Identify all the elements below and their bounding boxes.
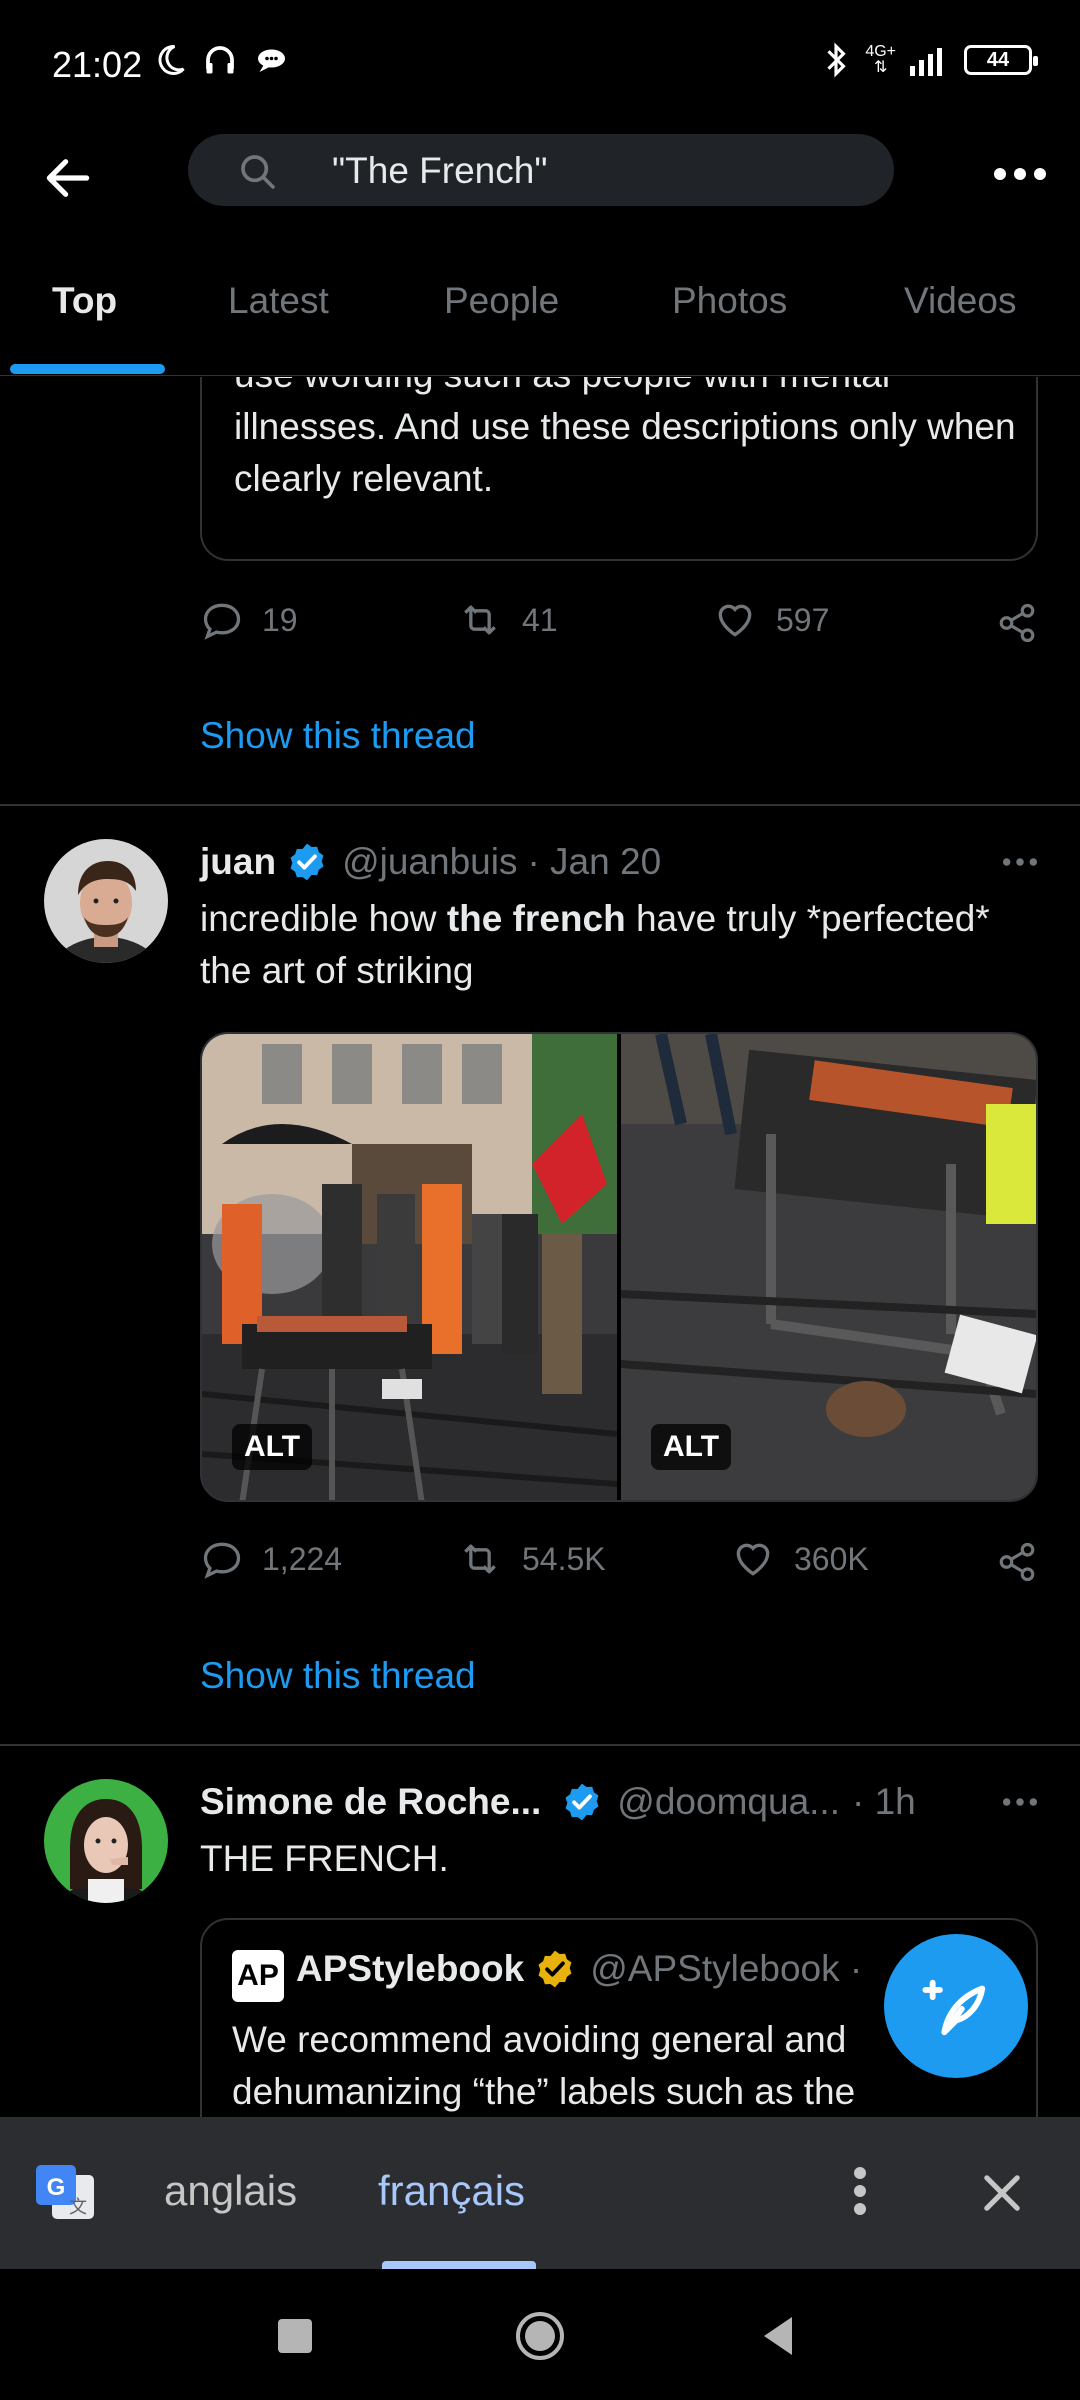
back-arrow-icon[interactable] (40, 150, 96, 206)
reply-button[interactable]: 1,224 (200, 1537, 342, 1581)
source-language-option[interactable]: anglais (164, 2167, 297, 2215)
compose-feather-icon (922, 1979, 986, 2036)
status-bar: 21:02 4G+ ⇅ 44 (0, 0, 1080, 130)
ap-logo: AP (232, 1950, 284, 2002)
quoted-author-name: APStylebook (296, 1948, 525, 1989)
home-circle-icon[interactable] (510, 2305, 570, 2365)
tweet-header: Simone de Roche... @doomqua... · 1h (200, 1777, 1040, 1827)
tweet-text-highlight: the french (446, 898, 626, 939)
bluetooth-icon (827, 42, 847, 78)
retweet-button[interactable]: 54.5K (456, 1537, 606, 1581)
verified-badge-icon (565, 1783, 599, 1821)
tweet-more-icon[interactable] (1000, 1787, 1040, 1817)
search-header: "The French" (0, 130, 1080, 250)
tab-top[interactable]: Top (52, 280, 117, 322)
status-icons-right: 4G+ ⇅ 44 (821, 40, 1038, 80)
retweet-icon (464, 1544, 496, 1574)
show-thread-link[interactable]: Show this thread (200, 1655, 476, 1697)
heart-icon (718, 604, 752, 637)
google-translate-icon[interactable]: G 文 (34, 2161, 98, 2225)
author-handle[interactable]: @doomqua... (617, 1781, 840, 1823)
reply-icon (203, 1542, 241, 1579)
close-icon[interactable] (976, 2167, 1028, 2219)
search-query: "The French" (332, 150, 548, 191)
chat-bubble-icon (258, 49, 285, 72)
tab-photos[interactable]: Photos (672, 280, 787, 322)
quoted-tweet-header: APStylebook @APStylebook · (296, 1948, 862, 1990)
compose-tweet-button[interactable] (884, 1934, 1028, 2078)
network-indicator: 4G+ ⇅ (865, 43, 896, 76)
active-tab-indicator (10, 364, 165, 374)
tweet-text-part: incredible how (200, 898, 447, 939)
quoted-tweet-text: use wording such as people with mental i… (234, 377, 1016, 499)
alt-text-badge[interactable]: ALT (651, 1424, 732, 1470)
alt-text-badge[interactable]: ALT (232, 1424, 313, 1470)
retweet-button[interactable]: 41 (456, 598, 558, 642)
retweet-icon (464, 605, 496, 635)
svg-text:文: 文 (69, 2197, 87, 2218)
reply-icon (203, 603, 241, 640)
quoted-tweet-card[interactable]: use wording such as people with mental i… (200, 377, 1038, 561)
like-button[interactable]: 597 (712, 598, 829, 642)
avatar[interactable] (44, 1779, 168, 1903)
recents-square-icon[interactable] (272, 2305, 322, 2365)
system-navigation-bar (0, 2269, 1080, 2400)
tab-latest[interactable]: Latest (228, 280, 329, 322)
tweet-text: incredible how the french have truly *pe… (200, 893, 1038, 997)
headphones-icon (206, 46, 234, 74)
tweet-actions: 1,224 54.5K 360K (200, 1537, 1038, 1597)
quoted-tweet-text: We recommend avoiding general and dehuma… (232, 2019, 856, 2112)
tweet-photo[interactable]: ALT (202, 1034, 617, 1500)
share-icon[interactable] (996, 1541, 1038, 1583)
avatar[interactable] (44, 839, 168, 963)
reply-count: 19 (262, 601, 298, 638)
like-count: 360K (794, 1540, 869, 1577)
retweet-count: 41 (522, 601, 558, 638)
moon-icon (158, 44, 185, 75)
tab-videos[interactable]: Videos (904, 280, 1016, 322)
tweet-divider (0, 1744, 1080, 1746)
target-language-option[interactable]: français (378, 2167, 525, 2215)
status-icons-left (152, 42, 288, 78)
reply-button[interactable]: 19 (200, 598, 298, 642)
search-input[interactable]: "The French" (188, 134, 894, 206)
tweet-text: THE FRENCH. (200, 1838, 449, 1879)
verified-gold-badge-icon (538, 1950, 572, 1988)
tweet-timestamp: · Jan 20 (527, 841, 662, 882)
retweet-count: 54.5K (522, 1540, 606, 1577)
tweet-photo[interactable]: ALT (621, 1034, 1036, 1500)
selected-language-indicator (382, 2261, 536, 2269)
battery-indicator: 44 (964, 45, 1038, 75)
more-options-icon[interactable] (990, 154, 1050, 194)
tweet-more-icon[interactable] (1000, 847, 1040, 877)
author-handle[interactable]: @juanbuis (342, 841, 517, 883)
tweet-media: ALT ALT (200, 1032, 1038, 1502)
search-results-feed[interactable]: use wording such as people with mental i… (0, 377, 1080, 2117)
translate-bar: G 文 anglais français (0, 2117, 1080, 2269)
heart-icon (736, 1543, 770, 1576)
search-icon (241, 155, 275, 189)
tweet-divider (0, 804, 1080, 806)
like-button[interactable]: 360K (730, 1537, 869, 1581)
quoted-author-handle: @APStylebook · (590, 1948, 863, 1989)
tweet-header: juan @juanbuis · Jan 20 (200, 837, 1040, 887)
back-triangle-icon[interactable] (754, 2305, 804, 2365)
author-name[interactable]: Simone de Roche... (200, 1781, 541, 1823)
tab-people[interactable]: People (444, 280, 559, 322)
show-thread-link[interactable]: Show this thread (200, 715, 476, 757)
translate-more-icon[interactable] (840, 2161, 880, 2221)
status-time: 21:02 (52, 44, 143, 85)
verified-badge-icon (290, 843, 324, 881)
author-name[interactable]: juan (200, 841, 276, 883)
tweet-timestamp: · 1h (851, 1781, 916, 1822)
tweet-actions: 19 41 597 (200, 598, 1038, 658)
signal-icon (910, 48, 942, 76)
svg-text:G: G (47, 2174, 66, 2201)
network-type: 4G+ (865, 43, 896, 60)
share-icon[interactable] (996, 602, 1038, 644)
reply-count: 1,224 (262, 1540, 343, 1577)
like-count: 597 (776, 601, 830, 638)
search-tabs: Top Latest People Photos Videos (0, 250, 1080, 376)
